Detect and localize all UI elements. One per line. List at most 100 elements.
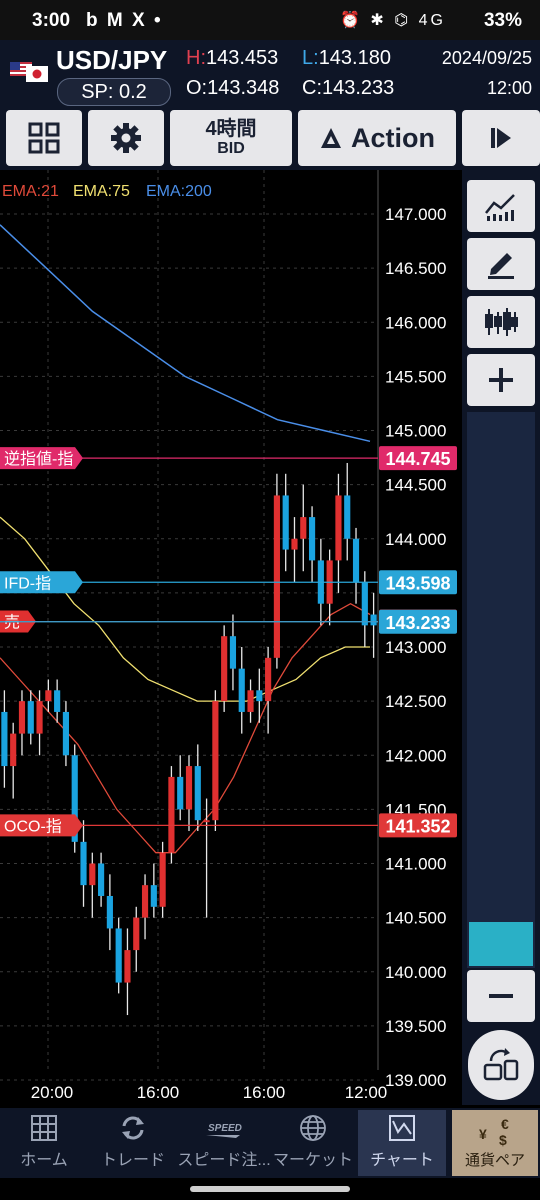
nav-market-label: マーケット (272, 1152, 353, 1169)
candle-body (256, 690, 263, 702)
candle-body (370, 614, 377, 626)
y-tick-label: 139.000 (385, 1071, 446, 1090)
nav-trade[interactable]: トレード (92, 1110, 174, 1176)
chart-type-button[interactable] (467, 296, 535, 348)
candle-body (221, 636, 228, 702)
play-button[interactable] (462, 110, 540, 166)
sell-order-label: 売 (4, 614, 20, 632)
candle-body (212, 701, 219, 821)
skip-forward-icon (491, 128, 511, 148)
action-button[interactable]: Action (298, 110, 456, 166)
y-tick-label: 146.000 (385, 313, 446, 332)
spread-badge: SP: 0.2 (57, 78, 171, 106)
nav-chart[interactable]: チャート (358, 1110, 446, 1176)
y-tick-label: 139.500 (385, 1017, 446, 1036)
candle-body (89, 863, 96, 886)
candle-body (273, 495, 280, 658)
home-grid-icon (31, 1115, 57, 1141)
candle-body (238, 668, 245, 712)
candle-body (361, 582, 368, 626)
y-tick-label: 144.000 (385, 530, 446, 549)
candle-body (1, 711, 8, 767)
candle-body (265, 657, 272, 702)
currency-icon: € ¥ $ (479, 1117, 509, 1147)
layout-button[interactable] (6, 110, 82, 166)
rotate-icon (483, 1048, 519, 1081)
oco-order-label: OCO-指 (4, 817, 62, 835)
nav-home[interactable]: ホーム (6, 1110, 82, 1176)
y-tick-label: 144.500 (385, 476, 446, 495)
draw-icon (488, 253, 514, 279)
home-indicator (0, 1178, 540, 1200)
y-tick-label: 143.000 (385, 638, 446, 657)
ema75-legend: EMA:75 (73, 183, 130, 200)
candle-body (344, 495, 351, 539)
draw-button[interactable] (467, 238, 535, 290)
candle-body (168, 776, 175, 853)
nav-chart-label: チャート (370, 1152, 434, 1169)
y-tick-label: 140.500 (385, 909, 446, 928)
candle-body (335, 495, 342, 561)
candle-body (203, 820, 210, 823)
candlestick-chart[interactable]: 147.000 146.500 146.000 145.500 145.000 144.5… (0, 170, 462, 1105)
candle-body (141, 885, 149, 918)
candles-icon (485, 308, 518, 336)
oco-price-label: 141.352 (385, 816, 450, 836)
ifd-order-label: IFD-指 (4, 574, 51, 592)
y-tick-label: 142.000 (385, 746, 446, 765)
stop-price-label: 144.745 (385, 449, 450, 469)
nav-speed-order[interactable]: SPEED スピード注... (176, 1110, 272, 1176)
candle-body (27, 701, 34, 734)
candle-body (159, 852, 166, 907)
action-label: Action (351, 122, 435, 153)
candle-body (124, 950, 131, 983)
svg-text:$: $ (499, 1132, 507, 1147)
timeframe-label: 4時間 (205, 118, 257, 141)
candle-body (247, 690, 254, 712)
chart-nav-icon (389, 1115, 415, 1141)
nav-speed-order-label: スピード注... (177, 1152, 271, 1169)
nav-home-label: ホーム (20, 1152, 68, 1169)
candle-body (80, 841, 87, 886)
svg-text:SPEED: SPEED (208, 1123, 242, 1134)
y-tick-label: 140.000 (385, 963, 446, 982)
x-tick-label: 16:00 (137, 1083, 180, 1102)
stop-order-label: 逆指値-指 (4, 450, 73, 468)
zoom-in-button[interactable] (467, 354, 535, 406)
status-bar: 3:00 b M X • ⏰ ✱ ⌬ 4G 33% (0, 0, 540, 40)
currency-pair[interactable]: USD/JPY (56, 45, 167, 76)
candle-body (106, 895, 113, 929)
zoom-out-icon (489, 994, 513, 998)
nav-market[interactable]: マーケット (272, 1110, 354, 1176)
zoom-out-button[interactable] (467, 970, 535, 1022)
zoom-scrollbar-thumb[interactable] (469, 922, 533, 966)
candle-body (54, 690, 61, 712)
candle-body (308, 517, 316, 561)
zoom-scrollbar[interactable] (467, 412, 535, 968)
nav-currency-pair[interactable]: € ¥ $ 通貨ペア (452, 1110, 538, 1176)
timeframe-button[interactable]: 4時間 BID (170, 110, 292, 166)
usd-jpy-flag-icon (10, 62, 48, 82)
action-triangle-icon (321, 128, 341, 148)
speed-icon: SPEED (206, 1123, 242, 1138)
rotate-button[interactable] (468, 1030, 534, 1100)
candle-body (282, 495, 289, 550)
notification-icons: b M X • (86, 10, 163, 31)
candle-body (115, 928, 122, 983)
home-pill (190, 1186, 350, 1192)
battery-level: 33% (483, 10, 522, 31)
candle-body (185, 766, 193, 810)
line-chart-icon (485, 194, 515, 221)
x-tick-label: 16:00 (243, 1083, 286, 1102)
candle-body (36, 701, 43, 734)
candle-body (10, 733, 17, 767)
ifd-price-label: 143.598 (385, 573, 450, 593)
candle-body (45, 690, 52, 702)
y-tick-label: 141.000 (385, 855, 446, 874)
indicator-button[interactable] (467, 180, 535, 232)
candle-body (194, 766, 201, 821)
candle-body (229, 636, 237, 669)
settings-button[interactable] (88, 110, 164, 166)
bar-date: 2024/09/25 (441, 48, 532, 68)
price-type-label: BID (217, 140, 245, 158)
